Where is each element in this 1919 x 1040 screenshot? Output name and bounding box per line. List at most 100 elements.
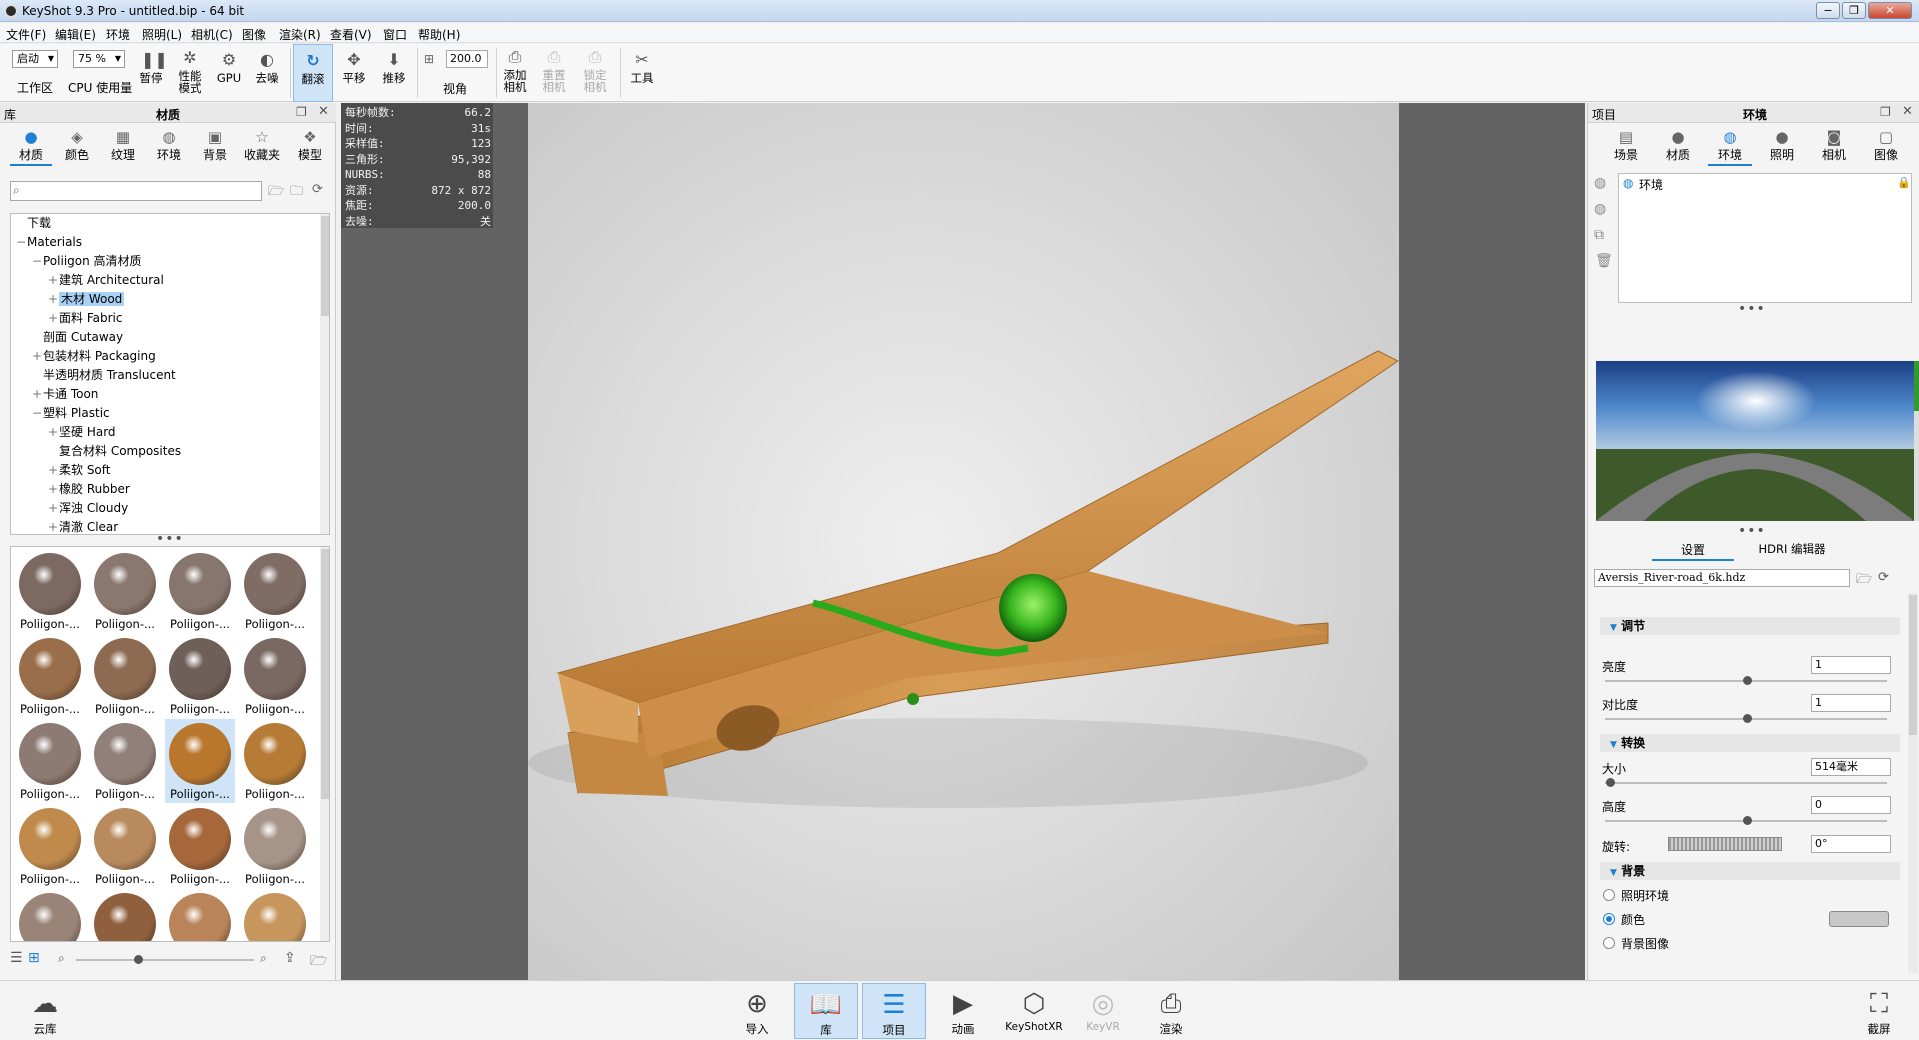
tree-scrollbar[interactable] xyxy=(320,214,329,534)
tree-item[interactable]: +建筑 Architectural xyxy=(11,271,319,290)
render-button[interactable]: ⎙ 渲染 xyxy=(1140,983,1202,1039)
material-thumbnail[interactable] xyxy=(240,889,310,941)
panel-splitter-dots[interactable]: ••• xyxy=(156,531,184,547)
float-panel-icon[interactable]: ❐ xyxy=(296,105,307,119)
expand-toggle-icon[interactable]: + xyxy=(31,385,43,404)
open-folder-icon[interactable]: 🗁 xyxy=(1856,570,1872,592)
material-thumbnail[interactable]: Poliigon-... xyxy=(15,634,85,718)
section-transform[interactable]: ▼ 转换 xyxy=(1600,734,1900,752)
material-thumbnail[interactable]: Poliigon-... xyxy=(90,549,160,633)
folder-icon[interactable]: 🗁 xyxy=(310,950,327,974)
expand-toggle-icon[interactable]: + xyxy=(47,309,59,328)
add-environment-icon[interactable]: ◍ xyxy=(1594,175,1606,191)
close-panel-icon[interactable]: ✕ xyxy=(318,104,329,119)
grid-view-icon[interactable]: ⊞ xyxy=(28,950,40,966)
fov-input[interactable]: 200.0 xyxy=(446,50,488,68)
expand-toggle-icon[interactable]: − xyxy=(31,252,43,271)
tab-camera[interactable]: ◙ 相机 xyxy=(1812,128,1856,163)
tab-materials[interactable]: ● 材质 xyxy=(10,128,52,166)
environment-item[interactable]: 环境 xyxy=(1639,176,1663,193)
refresh-icon[interactable]: ⟳ xyxy=(312,182,323,197)
expand-toggle-icon[interactable]: + xyxy=(31,347,43,366)
rotation-dial[interactable] xyxy=(1668,837,1782,851)
tree-item[interactable]: +面料 Fabric xyxy=(11,309,319,328)
menu-view[interactable]: 查看(V) xyxy=(330,26,372,43)
project-toggle-button[interactable]: ☰ 项目 xyxy=(862,983,926,1039)
tab-models[interactable]: ❖ 模型 xyxy=(290,128,330,163)
tree-item[interactable]: 剖面 Cutaway xyxy=(11,328,319,347)
hdri-file-input[interactable]: Aversis_River-road_6k.hdz xyxy=(1594,569,1850,587)
expand-toggle-icon[interactable]: + xyxy=(47,499,59,518)
pause-button[interactable]: ❚❚ 暂停 xyxy=(134,44,168,102)
tab-textures[interactable]: ▦ 纹理 xyxy=(102,128,144,163)
maximize-button[interactable]: ❐ xyxy=(1842,2,1866,19)
material-thumbnail[interactable]: Poliigon-... xyxy=(240,549,310,633)
hdri-scrollbar[interactable] xyxy=(1914,361,1919,521)
dolly-button[interactable]: ⬇ 推移 xyxy=(377,44,411,102)
material-thumbnail[interactable]: Poliigon-... xyxy=(165,804,235,888)
bg-color-swatch[interactable] xyxy=(1829,911,1889,927)
expand-toggle-icon[interactable]: + xyxy=(47,461,59,480)
subtab-settings[interactable]: 设置 xyxy=(1652,541,1734,561)
hdri-preview[interactable] xyxy=(1596,361,1914,521)
material-thumbnail[interactable]: Poliigon-... xyxy=(15,719,85,803)
expand-toggle-icon[interactable]: − xyxy=(31,404,43,423)
panel-splitter-dots[interactable]: ••• xyxy=(1738,301,1766,317)
add-camera-button[interactable]: ⎙ 添加 相机 xyxy=(498,44,532,102)
menu-lighting[interactable]: 照明(L) xyxy=(142,26,182,43)
menu-edit[interactable]: 编辑(E) xyxy=(55,26,96,43)
tab-environment[interactable]: ◍ 环境 xyxy=(1708,128,1752,166)
tree-item[interactable]: −Materials xyxy=(11,233,319,252)
minimize-button[interactable]: − xyxy=(1816,2,1840,19)
thumbnail-size-slider[interactable] xyxy=(76,959,254,961)
size-slider[interactable] xyxy=(1605,782,1887,784)
material-thumbnail[interactable]: Poliigon-... xyxy=(165,719,235,803)
tab-image[interactable]: ▢ 图像 xyxy=(1864,128,1908,163)
import-folder-icon[interactable]: 🗁 xyxy=(268,182,284,204)
tree-item[interactable]: +卡通 Toon xyxy=(11,385,319,404)
animation-button[interactable]: ▶ 动画 xyxy=(932,983,994,1039)
height-input[interactable]: 0 xyxy=(1811,796,1891,814)
tree-item[interactable]: +浑浊 Cloudy xyxy=(11,499,319,518)
brightness-input[interactable]: 1 xyxy=(1811,656,1891,674)
material-thumbnail[interactable] xyxy=(15,889,85,941)
section-background[interactable]: ▼ 背景 xyxy=(1600,862,1900,880)
copy-environment-icon[interactable]: ⧉ xyxy=(1594,227,1604,243)
tab-material[interactable]: ● 材质 xyxy=(1656,128,1700,163)
bg-color-radio[interactable] xyxy=(1603,913,1615,925)
menu-help[interactable]: 帮助(H) xyxy=(418,26,460,43)
menu-file[interactable]: 文件(F) xyxy=(6,26,46,43)
contrast-input[interactable]: 1 xyxy=(1811,694,1891,712)
screenshot-button[interactable]: ⛶ 截屏 xyxy=(1848,983,1910,1039)
material-thumbnail[interactable]: Poliigon-... xyxy=(15,549,85,633)
tab-scene[interactable]: ▤ 场景 xyxy=(1604,128,1648,163)
panel-splitter-dots[interactable]: ••• xyxy=(1738,523,1766,539)
expand-toggle-icon[interactable]: + xyxy=(47,518,59,534)
tree-item[interactable]: −Poliigon 高清材质 xyxy=(11,252,319,271)
contrast-knob[interactable] xyxy=(1743,714,1752,723)
subtab-hdri-editor[interactable]: HDRI 编辑器 xyxy=(1736,541,1848,561)
lock-camera-button[interactable]: ⎙ 锁定 相机 xyxy=(578,44,612,102)
delete-icon[interactable]: 🗑 xyxy=(1595,253,1613,269)
tree-item[interactable]: 复合材料 Composites xyxy=(11,442,319,461)
material-thumbnail[interactable] xyxy=(90,889,160,941)
tab-lighting[interactable]: ● 照明 xyxy=(1760,128,1804,163)
material-thumbnail[interactable] xyxy=(165,889,235,941)
gpu-button[interactable]: ⚙ GPU xyxy=(212,44,246,102)
performance-mode-button[interactable]: ✲ 性能 模式 xyxy=(172,44,208,102)
material-thumbnail[interactable]: Poliigon-... xyxy=(165,634,235,718)
denoise-button[interactable]: ◐ 去噪 xyxy=(250,44,284,102)
tree-item[interactable]: +橡胶 Rubber xyxy=(11,480,319,499)
close-panel-icon[interactable]: ✕ xyxy=(1902,104,1913,119)
expand-toggle-icon[interactable]: − xyxy=(15,233,27,252)
material-thumbnail[interactable]: Poliigon-... xyxy=(165,549,235,633)
refresh-icon[interactable]: ⟳ xyxy=(1878,570,1889,585)
menu-image[interactable]: 图像 xyxy=(242,26,266,43)
tree-item[interactable]: −塑料 Plastic xyxy=(11,404,319,423)
tree-item[interactable]: +坚硬 Hard xyxy=(11,423,319,442)
tree-item[interactable]: 半透明材质 Translucent xyxy=(11,366,319,385)
material-thumbnail[interactable]: Poliigon-... xyxy=(15,804,85,888)
height-knob[interactable] xyxy=(1743,816,1752,825)
tab-colors[interactable]: ◈ 颜色 xyxy=(56,128,98,163)
tree-item[interactable]: +包装材料 Packaging xyxy=(11,347,319,366)
